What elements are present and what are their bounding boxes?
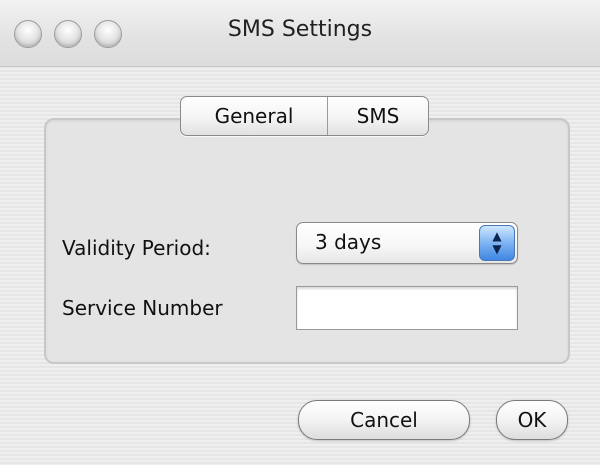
title-bar[interactable]: SMS Settings — [0, 0, 600, 67]
ok-button[interactable]: OK — [496, 400, 568, 440]
updown-arrows-icon: ▲ ▼ — [479, 225, 515, 261]
tab-general[interactable]: General — [181, 97, 328, 135]
tab-bar: General SMS — [180, 96, 429, 136]
service-number-label: Service Number — [62, 296, 223, 320]
tab-sms[interactable]: SMS — [328, 97, 428, 135]
validity-period-value: 3 days — [315, 230, 382, 254]
window-title: SMS Settings — [227, 17, 373, 42]
validity-period-popup[interactable]: 3 days ▲ ▼ — [296, 222, 518, 264]
sms-settings-window: SMS Settings General SMS Validity Period… — [0, 0, 600, 465]
validity-period-label: Validity Period: — [62, 236, 211, 260]
cancel-button[interactable]: Cancel — [298, 400, 470, 440]
service-number-field[interactable] — [296, 286, 518, 330]
